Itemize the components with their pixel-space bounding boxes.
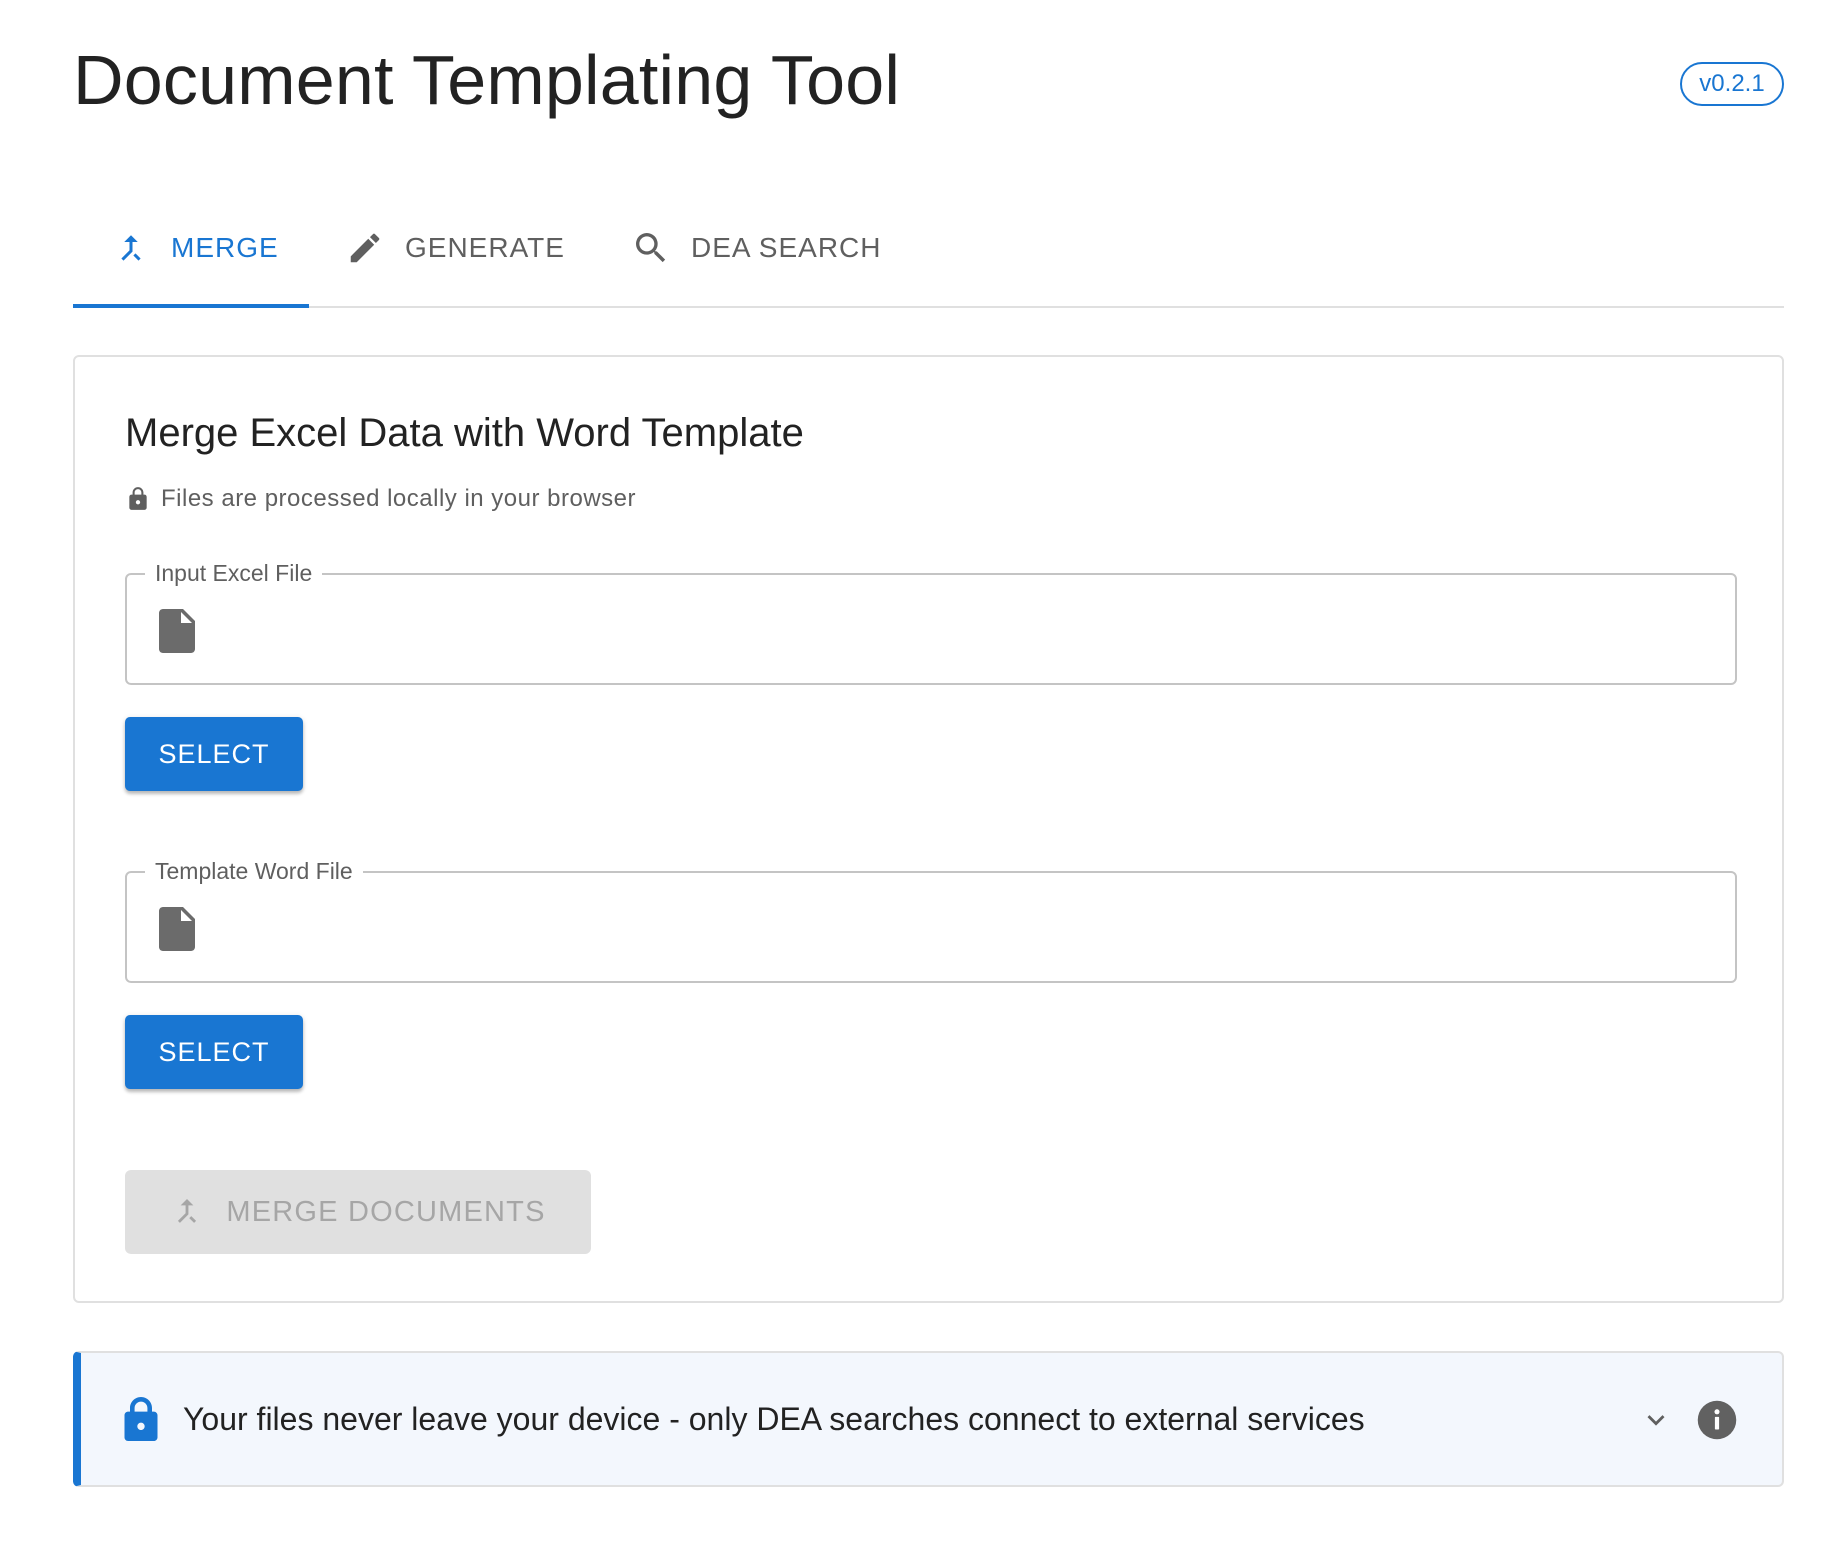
app-page: Document Templating Tool v0.2.1 MERGE GE… (0, 0, 1836, 1556)
word-template-field[interactable]: Template Word File (125, 856, 1737, 983)
tab-merge[interactable]: MERGE (111, 190, 279, 306)
select-word-button[interactable]: SELECT (125, 1015, 303, 1089)
chevron-down-icon[interactable] (1639, 1403, 1673, 1437)
tab-dea-search-label: DEA SEARCH (691, 232, 882, 263)
tab-generate[interactable]: GENERATE (345, 190, 565, 306)
app-title: Document Templating Tool (73, 41, 901, 119)
info-banner-text: Your files never leave your device - onl… (183, 1401, 1365, 1437)
tab-dea-search[interactable]: DEA SEARCH (631, 190, 882, 306)
search-icon (631, 228, 671, 268)
tab-bar: MERGE GENERATE DEA SEARCH (73, 190, 1784, 308)
tab-generate-label: GENERATE (405, 232, 565, 263)
file-icon (159, 609, 195, 653)
word-template-label: Template Word File (145, 856, 363, 886)
privacy-note: Files are processed locally in your brow… (125, 485, 636, 513)
merge-documents-button[interactable]: MERGE DOCUMENTS (125, 1170, 591, 1254)
merge-documents-label: MERGE DOCUMENTS (226, 1195, 546, 1228)
lock-icon (125, 486, 151, 512)
excel-file-label: Input Excel File (145, 558, 323, 588)
lock-icon (121, 1397, 161, 1441)
info-icon[interactable] (1696, 1399, 1738, 1441)
pencil-icon (345, 228, 385, 268)
merge-icon (111, 228, 151, 268)
version-badge: v0.2.1 (1680, 62, 1784, 106)
select-excel-button[interactable]: SELECT (125, 717, 303, 791)
merge-card: Merge Excel Data with Word Template File… (73, 355, 1784, 1303)
active-tab-indicator (73, 304, 309, 308)
file-icon (159, 907, 195, 951)
excel-file-field[interactable]: Input Excel File (125, 558, 1737, 685)
card-title: Merge Excel Data with Word Template (125, 411, 804, 455)
info-banner: Your files never leave your device - onl… (73, 1351, 1784, 1487)
privacy-note-text: Files are processed locally in your brow… (161, 485, 637, 512)
tab-merge-label: MERGE (171, 232, 279, 263)
merge-icon (170, 1194, 206, 1230)
